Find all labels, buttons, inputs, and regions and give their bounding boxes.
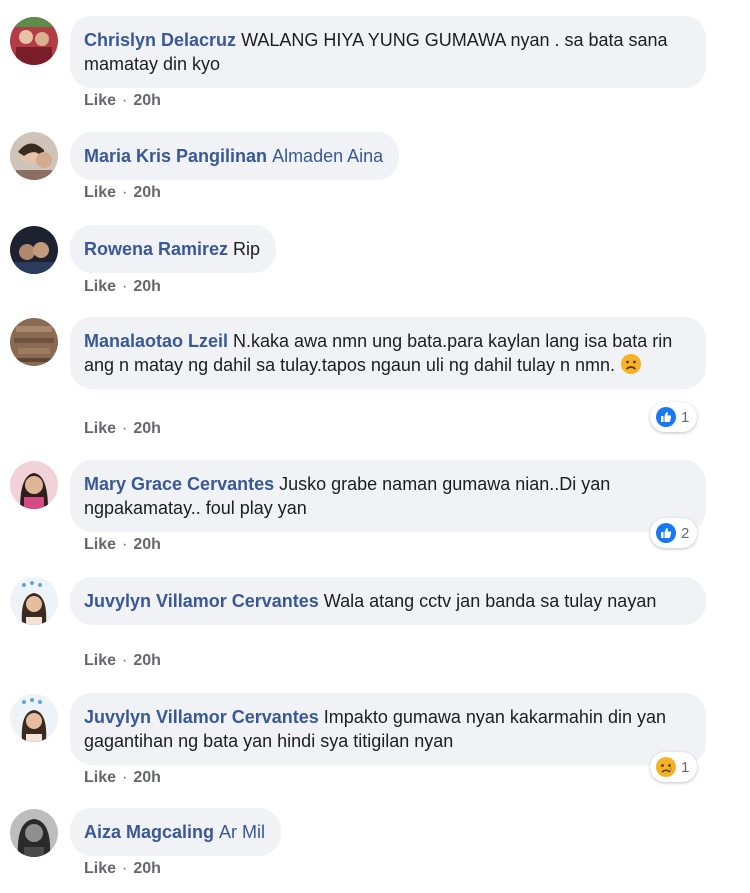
comment-author[interactable]: Mary Grace Cervantes (84, 474, 274, 494)
meta-separator: · (122, 860, 128, 877)
comment-timestamp[interactable]: 20h (133, 184, 161, 201)
avatar[interactable] (10, 694, 58, 742)
comment-bubble: Juvylyn Villamor Cervantes Impakto gumawa… (70, 693, 706, 765)
reaction-count: 1 (681, 758, 690, 776)
like-button[interactable]: Like (84, 860, 116, 877)
comment-text: Rip (233, 239, 261, 259)
like-button[interactable]: Like (84, 184, 116, 201)
avatar[interactable] (10, 132, 58, 180)
comment-author[interactable]: Juvylyn Villamor Cervantes (84, 591, 319, 611)
avatar[interactable] (10, 461, 58, 509)
reaction-badge[interactable]: 2 (650, 518, 698, 548)
reaction-count: 2 (681, 524, 690, 542)
like-button[interactable]: Like (84, 92, 116, 109)
comment-actions: Like · 20h (84, 184, 161, 202)
comment-timestamp[interactable]: 20h (133, 536, 161, 553)
comment-bubble: Rowena Ramirez Rip (70, 225, 277, 273)
like-button[interactable]: Like (84, 652, 116, 669)
meta-separator: · (122, 769, 128, 786)
avatar[interactable] (10, 226, 58, 274)
comment-author[interactable]: Juvylyn Villamor Cervantes (84, 707, 319, 727)
comment-timestamp[interactable]: 20h (133, 420, 161, 437)
like-reaction-icon (656, 523, 676, 543)
comment-actions: Like · 20h (84, 278, 161, 296)
sad-face-emoji (621, 354, 642, 374)
avatar[interactable] (10, 318, 58, 366)
comment-author[interactable]: Aiza Magcaling (84, 822, 214, 842)
comment-author[interactable]: Rowena Ramirez (84, 239, 228, 259)
tagged-user-link[interactable]: Almaden Aina (272, 146, 383, 166)
comment-actions: Like · 20h (84, 536, 161, 554)
comment-bubble: Manalaotao Lzeil N.kaka awa nmn ung bata.… (70, 317, 706, 389)
comment-timestamp[interactable]: 20h (133, 860, 161, 877)
meta-separator: · (122, 420, 128, 437)
avatar[interactable] (10, 577, 58, 625)
comment-actions: Like · 20h (84, 652, 161, 670)
comment-bubble: Mary Grace Cervantes Jusko grabe naman gu… (70, 460, 706, 532)
like-button[interactable]: Like (84, 278, 116, 295)
avatar[interactable] (10, 17, 58, 65)
reaction-count: 1 (681, 408, 690, 426)
comment-actions: Like · 20h (84, 92, 161, 110)
comment-bubble: Juvylyn Villamor Cervantes Wala atang cct… (70, 577, 706, 625)
meta-separator: · (122, 184, 128, 201)
tagged-user-link[interactable]: Ar Mil (219, 822, 265, 842)
comment-timestamp[interactable]: 20h (133, 92, 161, 109)
avatar[interactable] (10, 809, 58, 857)
comment-timestamp[interactable]: 20h (133, 652, 161, 669)
sad-reaction-icon (656, 757, 676, 777)
meta-separator: · (122, 278, 128, 295)
comment-author[interactable]: Maria Kris Pangilinan (84, 146, 267, 166)
like-button[interactable]: Like (84, 536, 116, 553)
reaction-badge[interactable]: 1 (650, 402, 698, 432)
comment-author[interactable]: Chrislyn Delacruz (84, 30, 236, 50)
comment-bubble: Maria Kris Pangilinan Almaden Aina (70, 132, 400, 180)
reaction-badge[interactable]: 1 (650, 752, 698, 782)
comment-text: Wala atang cctv jan banda sa tulay nayan (323, 591, 657, 611)
meta-separator: · (122, 652, 128, 669)
like-button[interactable]: Like (84, 769, 116, 786)
comment-timestamp[interactable]: 20h (133, 278, 161, 295)
like-button[interactable]: Like (84, 420, 116, 437)
meta-separator: · (122, 92, 128, 109)
comment-timestamp[interactable]: 20h (133, 769, 161, 786)
comment-bubble: Aiza Magcaling Ar Mil (70, 808, 282, 856)
comment-actions: Like · 20h (84, 769, 161, 787)
meta-separator: · (122, 536, 128, 553)
comment-author[interactable]: Manalaotao Lzeil (84, 331, 228, 351)
comment-thread: Chrislyn Delacruz WALANG HIYA YUNG GUMAWA… (0, 0, 750, 893)
comment-actions: Like · 20h (84, 860, 161, 878)
comment-actions: Like · 20h (84, 420, 161, 438)
comment-bubble: Chrislyn Delacruz WALANG HIYA YUNG GUMAWA… (70, 16, 706, 88)
like-reaction-icon (656, 407, 676, 427)
